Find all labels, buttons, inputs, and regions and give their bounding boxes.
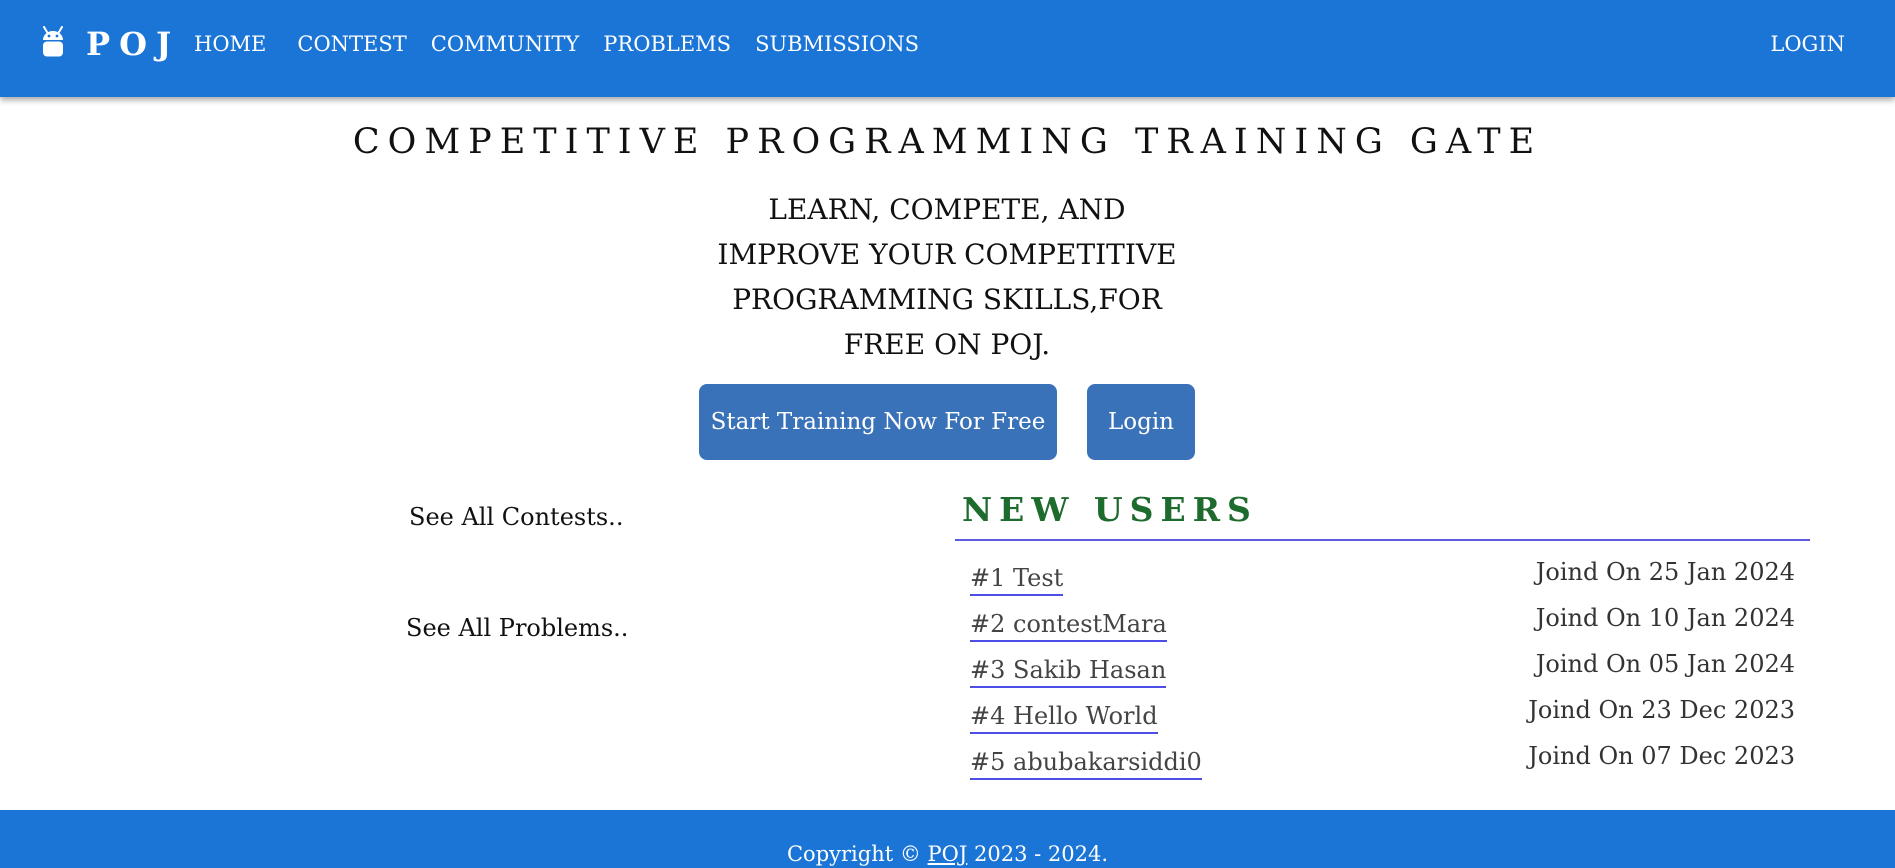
brand-logo[interactable]: POJ — [40, 26, 180, 62]
new-users-list: #1 Test Joind On 25 Jan 2024 #2 contestM… — [970, 558, 1795, 788]
brand-name: POJ — [86, 25, 181, 63]
nav-contest[interactable]: CONTEST — [297, 29, 406, 59]
hero-title: COMPETITIVE PROGRAMMING TRAINING GATE — [352, 122, 1543, 162]
android-robot-icon — [43, 26, 63, 57]
user-joined-date: Joind On 10 Jan 2024 — [1535, 604, 1795, 632]
page-footer: Copyright © POJ 2023 - 2024. — [0, 810, 1895, 868]
nav-community[interactable]: COMMUNITY — [431, 29, 580, 59]
see-all-problems-link[interactable]: See All Problems.. — [406, 614, 628, 642]
copyright-years: 2023 - 2024. — [973, 842, 1108, 866]
nav-problems[interactable]: PROBLEMS — [603, 29, 731, 59]
user-profile-link[interactable]: #2 contestMara — [970, 610, 1167, 642]
top-navbar: POJ HOME CONTEST COMMUNITY PROBLEMS SUBM… — [0, 0, 1895, 97]
nav-home[interactable]: HOME — [194, 29, 266, 59]
hero-subtitle: LEARN, COMPETE, AND IMPROVE YOUR COMPETI… — [717, 193, 1177, 361]
user-joined-date: Joind On 07 Dec 2023 — [1528, 742, 1795, 770]
user-profile-link[interactable]: #4 Hello World — [970, 702, 1158, 734]
user-row: #4 Hello World Joind On 23 Dec 2023 — [970, 696, 1795, 742]
user-joined-date: Joind On 05 Jan 2024 — [1535, 650, 1795, 678]
user-row: #3 Sakib Hasan Joind On 05 Jan 2024 — [970, 650, 1795, 696]
nav-login[interactable]: LOGIN — [1770, 29, 1845, 59]
user-joined-date: Joind On 25 Jan 2024 — [1535, 558, 1795, 586]
new-users-heading: NEW USERS — [962, 490, 1258, 529]
login-button[interactable]: Login — [1087, 384, 1195, 460]
heading-divider — [955, 539, 1810, 541]
user-profile-link[interactable]: #3 Sakib Hasan — [970, 656, 1167, 688]
user-profile-link[interactable]: #1 Test — [970, 564, 1064, 596]
user-row: #1 Test Joind On 25 Jan 2024 — [970, 558, 1795, 604]
user-row: #5 abubakarsiddi0 Joind On 07 Dec 2023 — [970, 742, 1795, 788]
main-nav: HOME CONTEST COMMUNITY PROBLEMS SUBMISSI… — [194, 29, 943, 59]
user-profile-link[interactable]: #5 abubakarsiddi0 — [970, 748, 1202, 780]
footer-poj-link[interactable]: POJ — [928, 842, 968, 866]
user-row: #2 contestMara Joind On 10 Jan 2024 — [970, 604, 1795, 650]
copyright-prefix: Copyright © — [786, 842, 921, 866]
user-joined-date: Joind On 23 Dec 2023 — [1528, 696, 1795, 724]
see-all-contests-link[interactable]: See All Contests.. — [409, 503, 623, 531]
start-training-button[interactable]: Start Training Now For Free — [699, 384, 1057, 460]
nav-submissions[interactable]: SUBMISSIONS — [755, 29, 919, 59]
